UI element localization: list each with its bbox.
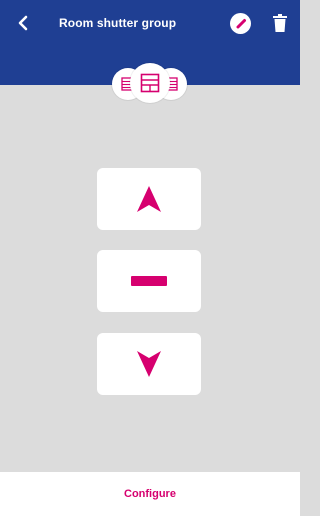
shutter-icon (140, 73, 160, 93)
configure-button[interactable]: Configure (124, 488, 176, 500)
minus-bar-icon (131, 276, 167, 286)
triangle-up-icon (137, 186, 161, 212)
group-member-icon-center (130, 63, 170, 103)
shutter-stop-button[interactable] (97, 250, 201, 312)
triangle-down-icon (137, 351, 161, 377)
shutter-up-button[interactable] (97, 168, 201, 230)
shutter-down-button[interactable] (97, 333, 201, 395)
bottom-bar: Configure (0, 472, 300, 516)
shutter-group-icons (0, 0, 300, 110)
